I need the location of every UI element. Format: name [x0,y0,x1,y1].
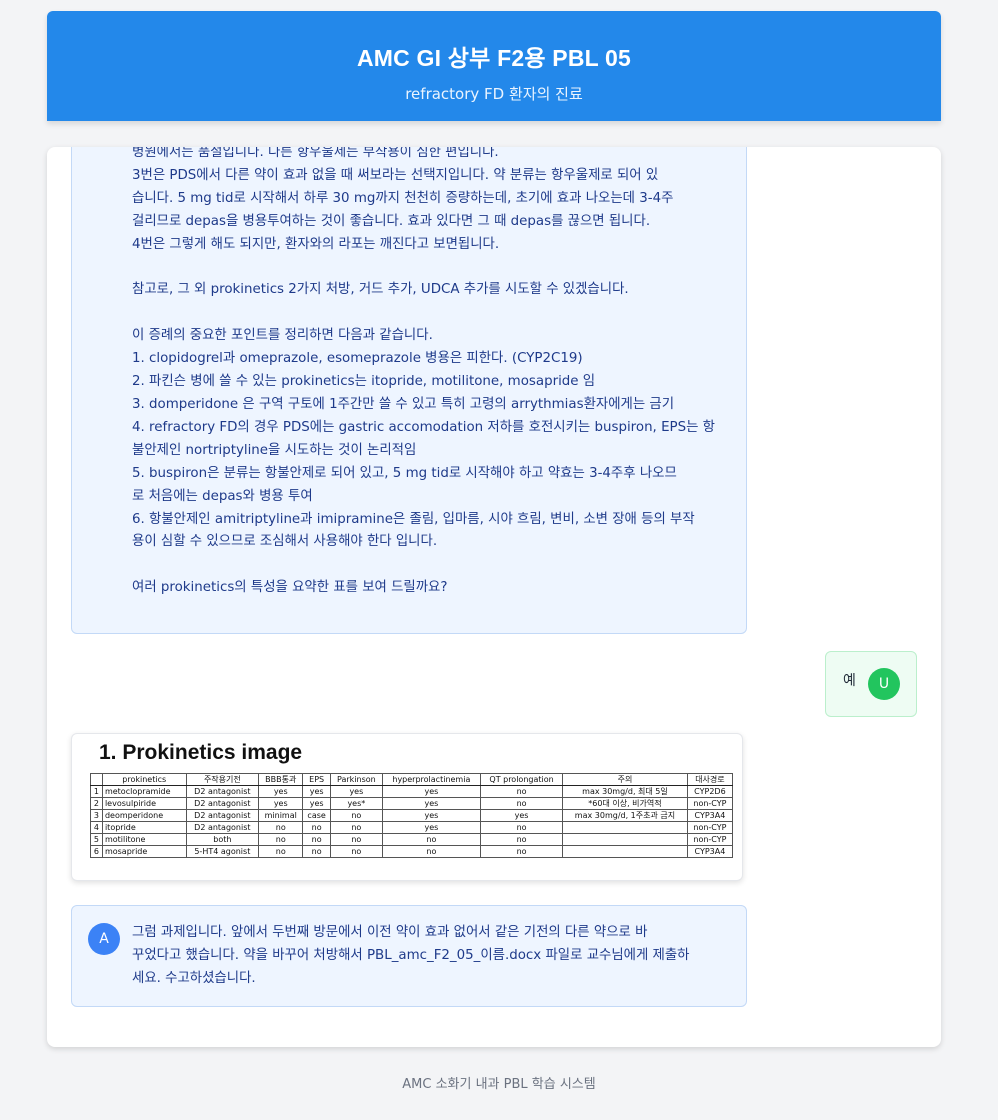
table-cell: both [185,833,260,846]
table-cell: no [302,821,331,834]
table-row: 3 deomperidone D2 antagonist minimal case no y… [90,809,734,822]
table-header-cell: 주작용기전 [185,773,260,786]
table-cell: yes [258,797,304,810]
table-row: 1 metoclopramide D2 antagonist yes yes yes yes… [90,785,734,798]
app-header: AMC GI 상부 F2용 PBL 05 refractory FD 환자의 진… [47,11,941,121]
table-cell: non-CYP [686,797,734,810]
table-cell: no [258,845,304,858]
table-cell: case [302,809,331,822]
user-message: 예 U [825,651,917,717]
table-cell: D2 antagonist [185,821,260,834]
table-cell: levosulpiride [101,797,187,810]
table-cell: yes [480,809,564,822]
table-cell: yes [381,797,482,810]
table-cell: yes [381,809,482,822]
table-cell: no [480,797,564,810]
table-header-cell: EPS [302,773,331,786]
table-cell: max 30mg/d, 1주초과 금지 [562,809,688,822]
table-cell: minimal [258,809,304,822]
table-cell: metoclopramide [101,785,187,798]
table-cell [562,821,688,834]
table-cell: 3 [90,809,103,822]
table-cell: CYP3A4 [686,809,734,822]
page-title: AMC GI 상부 F2용 PBL 05 [356,45,632,71]
table-cell: yes [302,797,331,810]
table-cell: 1 [90,785,103,798]
table-cell: no [480,821,564,834]
table-cell: 5 [90,833,103,846]
table-cell: 2 [90,797,103,810]
user-message-text: 예 [843,673,856,689]
table-cell: itopride [101,821,187,834]
table-cell: no [329,809,383,822]
table-header-cell [90,773,103,786]
table-cell: no [329,845,383,858]
table-header-cell: BBB통과 [258,773,304,786]
table-cell: D2 antagonist [185,797,260,810]
table-row: 6 mosapride 5-HT4 agonist no no no no no CYP3A4 [90,845,734,858]
table-cell: max 30mg/d, 최대 5일 [562,785,688,798]
user-avatar: U [868,668,900,700]
assistant-message: 병원에서는 품절입니다. 다른 항우울제는 부작용이 심한 편입니다. 3번은 … [71,147,747,634]
table-cell: D2 antagonist [185,785,260,798]
table-cell: no [258,833,304,846]
table-row: 2 levosulpiride D2 antagonist yes yes yes* yes… [90,797,734,810]
table-header-cell: 대사경로 [686,773,734,786]
table-cell: no [381,833,482,846]
table-cell: mosapride [101,845,187,858]
table-cell: 6 [90,845,103,858]
table-cell [562,845,688,858]
table-cell: no [480,785,564,798]
table-cell: deomperidone [101,809,187,822]
prokinetics-image: 1. Prokinetics image prokinetics 주작용기전 BBB… [71,733,743,881]
assistant-avatar: A [88,923,120,955]
table-row: 4 itopride D2 antagonist no no no yes no non-CYP [90,821,734,834]
table-header-cell: prokinetics [101,773,187,786]
table-header-cell: 주의 [562,773,688,786]
table-cell [562,833,688,846]
table-row: 5 motilitone both no no no no no non-CYP [90,833,734,846]
table-cell: no [302,845,331,858]
table-cell: no [302,833,331,846]
table-cell: non-CYP [686,821,734,834]
table-cell: no [329,833,383,846]
image-title: 1. Prokinetics image [99,741,303,764]
table-cell: non-CYP [686,833,734,846]
table-header-cell: Parkinson [329,773,383,786]
prokinetics-table: prokinetics 주작용기전 BBB통과 EPS Parkinson hyperpr… [90,773,734,858]
table-cell: yes [302,785,331,798]
table-cell: no [480,845,564,858]
footer-text: AMC 소화기 내과 PBL 학습 시스템 [402,1077,596,1092]
page-subtitle: refractory FD 환자의 진료 [405,85,583,103]
table-cell: yes [329,785,383,798]
table-header-cell: hyperprolactinemia [381,773,482,786]
table-cell: yes [381,821,482,834]
table-cell: CYP2D6 [686,785,734,798]
table-cell: yes [381,785,482,798]
table-header-row: prokinetics 주작용기전 BBB통과 EPS Parkinson hyperpr… [90,773,734,786]
table-cell: no [329,821,383,834]
assistant-message-text: 그럼 과제입니다. 앞에서 두번째 방문에서 이전 약이 효과 없어서 같은 기… [132,925,690,986]
table-header-cell: QT prolongation [480,773,564,786]
assistant-message: A 그럼 과제입니다. 앞에서 두번째 방문에서 이전 약이 효과 없어서 같은… [71,905,747,1007]
table-cell: no [480,833,564,846]
table-cell: CYP3A4 [686,845,734,858]
table-cell: 4 [90,821,103,834]
table-cell: D2 antagonist [185,809,260,822]
table-cell: no [381,845,482,858]
table-cell: yes [258,785,304,798]
table-cell: motilitone [101,833,187,846]
table-cell: yes* [329,797,383,810]
assistant-message-text: 병원에서는 품절입니다. 다른 항우울제는 부작용이 심한 편입니다. 3번은 … [132,147,715,596]
chat-container[interactable]: 병원에서는 품절입니다. 다른 항우울제는 부작용이 심한 편입니다. 3번은 … [47,147,941,1047]
table-cell: 5-HT4 agonist [185,845,260,858]
table-cell: no [258,821,304,834]
table-cell: *60대 이상, 비가역적 [562,797,688,810]
